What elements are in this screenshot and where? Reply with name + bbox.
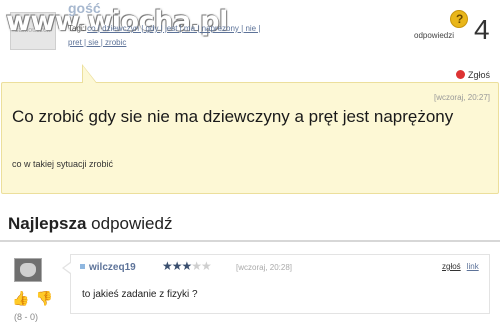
question-author[interactable]: gość [68,0,101,16]
stars-empty: ★★ [191,259,211,273]
section-divider [0,240,500,242]
answer-avatar[interactable] [14,258,42,282]
vote-buttons: 👍 👎 [12,290,53,307]
answer-pointer-inner [64,263,71,273]
answer-text: to jakieś zadanie z fizyki ? [82,289,198,300]
answer-author-name: wilczeq19 [89,262,136,273]
question-bubble: [wczoraj, 20:27] Co zrobić gdy sie nie m… [1,82,499,194]
best-answer-heading: Najlepsza odpowiedź [8,214,172,234]
tags-line-2[interactable]: pret | sie | zrobic [68,38,126,47]
question-header: samouczek www.wiocha.pl gość Tagi: co | … [0,0,500,68]
answer-time: [wczoraj, 20:28] [236,263,293,272]
rating-stars-icon: ★★★★★ [162,259,212,273]
best-heading-bold: Najlepsza [8,214,87,233]
tags-label: Tagi: [68,24,85,33]
tags-line-1[interactable]: co | dziewczyn | gdy | jest | ma | napre… [87,24,260,33]
permalink-link[interactable]: link [467,262,479,271]
bubble-pointer-inner [83,66,96,83]
report-icon [455,70,465,79]
question-body: co w takiej sytuacji zrobić [12,159,114,169]
thumbs-up-icon[interactable]: 👍 [12,290,29,306]
answers-count: 4 [474,14,490,45]
vote-count: (8 - 0) [14,312,39,322]
answers-label: odpowiedzi [414,31,455,40]
thumbs-down-icon[interactable]: 👎 [35,290,52,306]
answers-badge-icon: ? [450,10,468,28]
user-bullet-icon [80,264,85,269]
report-label: Zgłoś [467,70,490,80]
stars-filled: ★★★ [162,259,192,273]
best-heading-rest: odpowiedź [86,214,173,233]
report-question-link[interactable]: Zgłoś [455,70,490,80]
question-time: [wczoraj, 20:27] [433,93,490,102]
question-title: Co zrobić gdy sie nie ma dziewczyny a pr… [12,107,454,126]
tags-list: Tagi: co | dziewczyn | gdy | jest | ma |… [68,22,378,50]
badge-question-mark-icon: ? [456,12,464,26]
answer-links: zgłoś link [442,262,479,271]
report-answer-link[interactable]: zgłoś [442,262,461,271]
answer-author[interactable]: wilczeq19 [80,262,136,273]
